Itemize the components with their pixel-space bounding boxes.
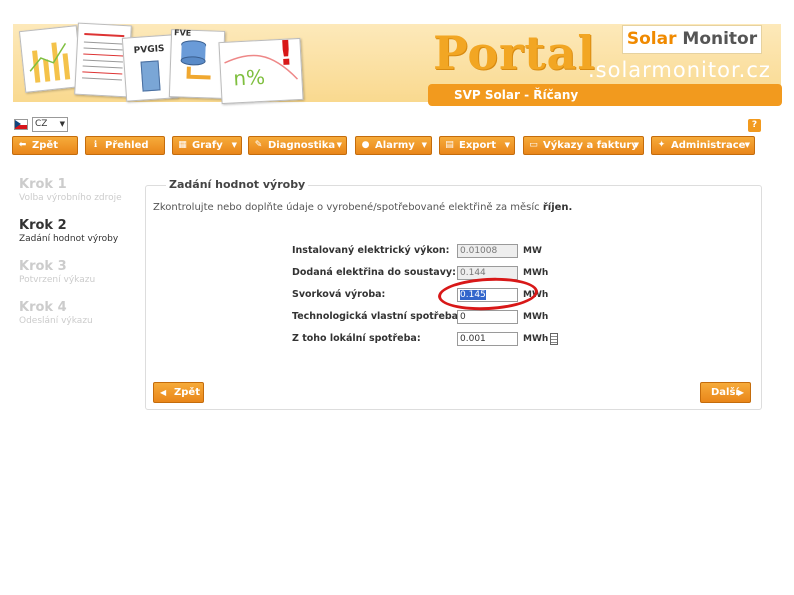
step-subtitle: Odeslání výkazu	[19, 316, 93, 326]
nav-alarms[interactable]: ● Alarmy ▼	[355, 136, 432, 155]
main-nav: ⬅ Zpět ℹ Přehled ▦ Grafy ▼ ✎ Diagnostika…	[0, 136, 794, 155]
fve-thumbnail: FVE	[168, 28, 226, 99]
installed-power-field: 0.01008	[457, 244, 518, 258]
tools-icon: ✦	[657, 140, 666, 150]
printer-icon: ▭	[529, 140, 538, 150]
step-subtitle: Potvrzení výkazu	[19, 275, 96, 285]
nav-diagnostics[interactable]: ✎ Diagnostika ▼	[248, 136, 347, 155]
local-consumption-input[interactable]: 0.001	[457, 332, 518, 346]
field-unit: MWh	[523, 334, 549, 344]
nav-label: Diagnostika	[268, 140, 336, 151]
intro-month: říjen.	[542, 202, 573, 213]
pvgis-label: PVGIS	[133, 43, 165, 57]
calculator-icon[interactable]	[550, 333, 558, 345]
brand-solar: Solar	[626, 29, 677, 49]
site-subtitle: SVP Solar - Říčany	[428, 84, 782, 106]
nav-label: Přehled	[105, 140, 149, 151]
nav-label: Výkazy a faktury	[543, 140, 638, 151]
nav-back[interactable]: ⬅ Zpět	[12, 136, 78, 155]
own-consumption-input[interactable]: 0	[457, 310, 518, 324]
back-button[interactable]: ◀ Zpět	[153, 382, 204, 403]
database-icon	[180, 40, 211, 80]
chevron-down-icon: ▼	[421, 141, 427, 149]
chevron-left-icon: ◀	[160, 388, 167, 397]
step-4: Krok 4 Odeslání výkazu	[19, 300, 93, 327]
chevron-down-icon: ▼	[504, 141, 510, 149]
step-3: Krok 3 Potvrzení výkazu	[19, 259, 95, 286]
nav-label: Export	[459, 140, 497, 151]
help-button[interactable]: ?	[748, 119, 761, 132]
step-title: Krok 4	[19, 300, 67, 315]
arrow-left-icon: ⬅	[18, 140, 27, 150]
field-unit: MW	[523, 246, 542, 256]
next-label: Další	[711, 387, 739, 398]
nav-label: Alarmy	[375, 140, 415, 151]
export-icon: ▤	[445, 140, 454, 150]
next-button[interactable]: Další ▶	[700, 382, 751, 403]
fve-label: FVE	[173, 28, 192, 38]
alarm-icon: ●	[361, 140, 370, 150]
wrench-icon: ✎	[254, 140, 263, 150]
brand-monitor: Monitor	[682, 29, 758, 49]
chart-icon: ▦	[178, 140, 187, 150]
chevron-right-icon: ▶	[737, 388, 744, 397]
solar-monitor-logo: Solar Monitor	[622, 25, 762, 54]
exclamation-icon: !	[277, 33, 295, 75]
nav-admin[interactable]: ✦ Administrace ▼	[651, 136, 755, 155]
chevron-down-icon: ▼	[231, 141, 237, 149]
nav-label: Zpět	[32, 140, 58, 151]
portal-domain: .solarmonitor.cz	[588, 58, 771, 82]
nav-charts[interactable]: ▦ Grafy ▼	[172, 136, 242, 155]
step-title: Krok 2	[19, 218, 67, 233]
step-title: Krok 3	[19, 259, 67, 274]
chevron-down-icon: ▼	[336, 141, 342, 149]
czech-flag-icon	[14, 119, 28, 130]
nav-label: Grafy	[192, 140, 223, 151]
nav-label: Administrace	[671, 140, 746, 151]
portal-logo: Portal	[433, 26, 596, 80]
bar-chart-icon	[29, 42, 71, 83]
form-intro: Zkontrolujte nebo doplňte údaje o vyrobe…	[153, 202, 572, 213]
chart-thumbnail	[18, 25, 84, 93]
efficiency-thumbnail: n% !	[218, 33, 304, 105]
nav-overview[interactable]: ℹ Přehled	[85, 136, 165, 155]
language-value: CZ	[35, 119, 48, 129]
step-subtitle: Zadání hodnot výroby	[19, 234, 119, 244]
step-subtitle: Volba výrobního zdroje	[19, 193, 122, 203]
field-label: Z toho lokální spotřeba:	[292, 333, 421, 344]
field-label: Technologická vlastní spotřeba:	[292, 311, 462, 322]
chevron-down-icon: ▼	[633, 141, 639, 149]
info-icon: ℹ	[93, 140, 98, 150]
field-label: Dodaná elektřina do soustavy:	[292, 267, 456, 278]
field-label: Svorková výroba:	[292, 289, 386, 300]
form-legend: Zadání hodnot výroby	[166, 178, 309, 191]
step-title: Krok 1	[19, 177, 67, 192]
field-unit: MWh	[523, 268, 549, 278]
step-1: Krok 1 Volba výrobního zdroje	[19, 177, 122, 204]
chevron-down-icon: ▼	[59, 120, 65, 128]
language-selector: CZ ▼	[14, 117, 68, 132]
efficiency-label: n%	[232, 64, 266, 91]
back-label: Zpět	[174, 387, 200, 398]
field-unit: MWh	[523, 312, 549, 322]
intro-text: Zkontrolujte nebo doplňte údaje o vyrobe…	[153, 202, 540, 213]
panel-icon	[140, 60, 161, 92]
chevron-down-icon: ▼	[744, 141, 750, 149]
language-select[interactable]: CZ ▼	[32, 117, 68, 132]
nav-export[interactable]: ▤ Export ▼	[439, 136, 515, 155]
step-2: Krok 2 Zadání hodnot výroby	[19, 218, 118, 245]
nav-reports[interactable]: ▭ Výkazy a faktury ▼	[523, 136, 644, 155]
field-label: Instalovaný elektrický výkon:	[292, 245, 450, 256]
